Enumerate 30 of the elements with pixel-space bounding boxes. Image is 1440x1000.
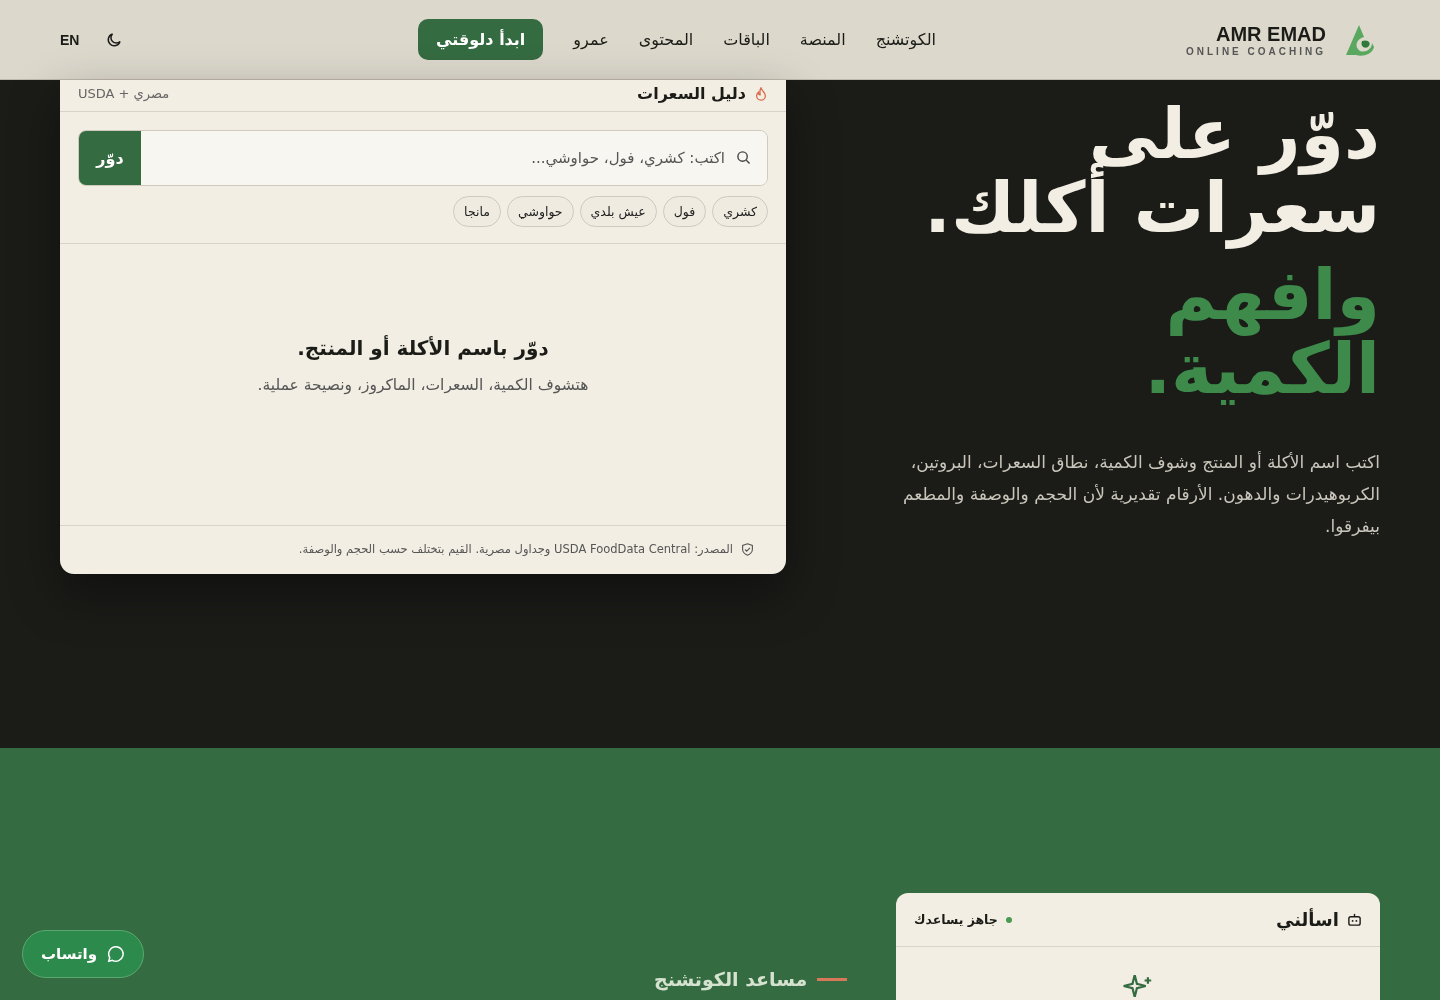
hero-description: اكتب اسم الأكلة أو المنتج وشوف الكمية، نطاق السعرات، البروتين، الكربوهيدرات والدهون. الأرقام تقديرية لأن الحجم والوصفة والمطعم بيفرقوا. [901,450,1380,538]
language-toggle[interactable]: EN [60,31,80,48]
suggestion-chip[interactable]: كشري [712,196,768,227]
source-footnote: المصدر: USDA FoodData Central وجداول مصرية. القيم بتختلف حسب الحجم والوصفة. [298,542,733,556]
brand-name: AMR EMAD [1216,22,1326,46]
nav-link[interactable]: المحتوى [638,30,694,49]
shield-icon [741,542,754,556]
suggestion-chip[interactable]: فول [662,196,707,227]
chat-title: اسألني [1276,909,1339,930]
chat-bubble-icon [107,945,126,963]
robot-icon [1347,912,1362,927]
suggestion-chip[interactable]: مانجا [453,196,501,227]
hero-accent-title: وافهم الكمية. [1143,259,1380,406]
brand-tagline: ONLINE COACHING [1186,45,1326,57]
nav-link[interactable]: الباقات [723,30,770,49]
source-label: مصري + USDA [78,86,170,101]
whatsapp-button[interactable]: واتساب [22,930,145,978]
accent-dash [817,977,848,981]
suggestion-chip[interactable]: حواوشي [507,196,574,227]
flame-icon [754,86,768,101]
section-label: مساعد الكوتشنج [654,968,808,990]
empty-state-title: دوّر باسم الأكلة أو المنتج. [297,335,549,360]
start-now-button[interactable]: ابدأ دلوقتي [418,19,544,60]
nav-link[interactable]: الكوتشنج [875,30,936,49]
nav-link[interactable]: المنصة [799,30,846,49]
chat-status: جاهز يساعدك [914,912,998,927]
empty-state-text: هتشوف الكمية، السعرات، الماكروز، ونصيحة عملية. [257,375,589,394]
nav-link[interactable]: عمرو [573,30,609,49]
suggestion-chip[interactable]: عيش بلدي [579,196,657,227]
card-title: دليل السعرات [637,84,746,103]
